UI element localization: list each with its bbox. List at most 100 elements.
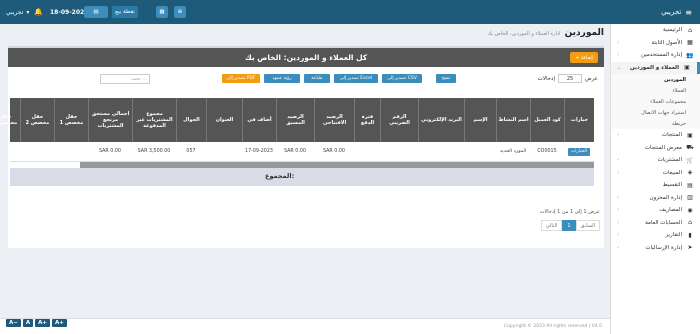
sidebar-item-home[interactable]: الرئيسية ⌂ (611, 24, 700, 37)
send-icon: ➤ (687, 244, 693, 252)
sidebar-subitem-suppliers[interactable]: الموردين (611, 74, 700, 85)
column-header[interactable]: حقل مخصص 2 (20, 98, 54, 142)
column-header[interactable]: الرقم الضريبي (380, 98, 418, 142)
column-header[interactable]: حقل مخصص 3 (0, 98, 20, 142)
column-header[interactable]: البريد الإلكتروني (418, 98, 464, 142)
sidebar-item-product-gallery[interactable]: معرض المنتجات ⛟ (611, 142, 700, 155)
main-content: ادارة العملاء و الموردين، الخاص بك المور… (0, 24, 610, 334)
sidebar-item-purchases[interactable]: ‹ المشتريات 🛒 (611, 154, 700, 167)
entries-select[interactable]: 25 (558, 74, 583, 83)
sidebar-item-label: إدارة المستخدمين (641, 52, 682, 59)
add-circle-icon[interactable]: ⊕ (174, 6, 186, 18)
show-label: عرض (585, 75, 598, 82)
current-date: 18-09-2023 (50, 8, 89, 16)
column-header[interactable]: أضاف في (242, 98, 276, 142)
copy-button[interactable]: نسخ (436, 74, 456, 83)
column-header[interactable]: اجمالي مستحق مرتجع المشتريات (88, 98, 132, 142)
sidebar-item-expenses[interactable]: ‹ المصاريف ◉ (611, 204, 700, 217)
column-header[interactable]: خيارات (564, 98, 594, 142)
sidebar-item-sales[interactable]: ‹ المبيعات ◈ (611, 167, 700, 180)
column-header[interactable]: فترة الدفع (354, 98, 380, 142)
hamburger-menu-icon[interactable]: ≡ (685, 8, 692, 17)
sidebar-item-accounts[interactable]: ‹ الحسابات العامة ⌂ (611, 217, 700, 230)
boxes-icon: ▥ (687, 194, 693, 202)
sidebar-subitem-customer-groups[interactable]: مجموعات العملاء (611, 96, 700, 107)
column-header[interactable]: الرصيد المسبق (276, 98, 314, 142)
user-caret-icon: ▾ (26, 8, 30, 16)
column-header[interactable]: الرصيد الافتتاحي (314, 98, 354, 142)
sidebar-item-label: المنتجات (661, 132, 682, 139)
font-reset-button[interactable]: A (22, 319, 34, 327)
column-header[interactable]: حقل مخصص 1 (54, 98, 88, 142)
sidebar-item-products[interactable]: ‹ المنتجات ▣ (611, 129, 700, 142)
sidebar-item-fixed-assets[interactable]: ‹ الأصول الثابتة ▦ (611, 37, 700, 50)
table-cell (206, 142, 242, 162)
column-header[interactable]: الجوال (176, 98, 206, 142)
table-cell: SAR 0.00 (99, 149, 121, 155)
sidebar-item-installments[interactable]: التقسيط ▤ (611, 179, 700, 192)
chevron-left-icon: ‹ (617, 157, 619, 164)
brand-name: تجريبي (661, 8, 682, 16)
sidebar-item-users[interactable]: ‹ إدارة المستخدمين 👥 (611, 49, 700, 62)
table-cell[interactable]: الخيارات (564, 142, 594, 162)
chevron-left-icon: ‹ (617, 39, 619, 46)
users-icon: 👥 (686, 51, 694, 59)
search-input[interactable]: بحث ... (100, 74, 150, 84)
font-increase-more-button[interactable]: A+ (52, 319, 67, 327)
total-label: المجموع: (265, 172, 295, 180)
pagination-next[interactable]: التالي (540, 220, 563, 231)
pos-button[interactable]: نقطة بيع (112, 6, 138, 18)
page-header: ادارة العملاء و الموردين، الخاص بك المور… (487, 28, 604, 44)
add-button-label: إضافة (580, 54, 593, 61)
user-menu[interactable]: تجريبي ▾ (6, 0, 29, 24)
pagination: التالي 1 السابق (540, 220, 600, 231)
sidebar-item-shipments[interactable]: ‹ إدارة الإرساليات ➤ (611, 242, 700, 255)
chevron-left-icon: ‹ (617, 169, 619, 176)
calculator-icon[interactable]: ▦ (156, 6, 168, 18)
export-csv-button[interactable]: تصدير إلى CSV (382, 74, 422, 83)
font-decrease-button[interactable]: A− (6, 319, 21, 327)
column-header[interactable]: الإسم (464, 98, 496, 142)
export-pdf-button[interactable]: تصدير إلى PDF (222, 74, 260, 83)
sidebar-item-contacts[interactable]: ⌄ العملاء و الموردين ▣ (611, 61, 700, 74)
column-header[interactable]: مجموع المشتريات غير المدفوعة (132, 98, 176, 142)
truck-icon: ⛟ (686, 143, 694, 151)
brand[interactable]: تجريبي ≡ (610, 0, 700, 24)
user-name: تجريبي (6, 8, 24, 16)
column-header[interactable]: العنوان (206, 98, 242, 142)
font-increase-button[interactable]: A+ (35, 319, 51, 327)
chevron-left-icon: ‹ (617, 52, 619, 59)
add-button[interactable]: + إضافة (570, 52, 598, 63)
table-cell: 057 (186, 149, 196, 155)
table-row: الخيارات CO0015 المورد الجديد SAR 0.00 SAR 0… (10, 142, 594, 162)
sidebar-subitem-import-contacts[interactable]: استيراد جهات الاتصال (611, 107, 700, 118)
column-visibility-button[interactable]: رؤية عمود (264, 74, 300, 83)
wallet-icon: ◉ (687, 206, 693, 214)
tag-icon: ◈ (687, 169, 693, 177)
pagination-page-1[interactable]: 1 (562, 220, 576, 231)
bell-icon[interactable]: 🔔 (34, 0, 43, 24)
cart-icon: 🛒 (686, 156, 694, 164)
table-cell (354, 142, 380, 162)
pos-icon-button[interactable]: ▤ (84, 6, 108, 18)
column-header[interactable]: اسم النشاط (496, 98, 530, 142)
sidebar-item-label: إدارة المخزون (649, 194, 682, 201)
sidebar-subitem-map[interactable]: خريطة (611, 118, 700, 129)
sidebar-item-reports[interactable]: ‹ التقارير ▮ (611, 229, 700, 242)
sidebar: الرئيسية ⌂ ‹ الأصول الثابتة ▦ ‹ إدارة ال… (610, 24, 700, 334)
row-options-button[interactable]: الخيارات (568, 148, 590, 156)
table-cell (54, 142, 88, 162)
sidebar-subitem-customers[interactable]: العملاء (611, 85, 700, 96)
sidebar-item-label: الحسابات العامة (645, 219, 682, 226)
table-cell: 17-09-2023 (245, 149, 273, 155)
print-button[interactable]: طباعة (304, 74, 330, 83)
column-header[interactable]: كود العميل (530, 98, 564, 142)
pagination-previous[interactable]: السابق (575, 220, 600, 231)
sidebar-item-inventory[interactable]: ‹ إدارة المخزون ▥ (611, 192, 700, 205)
sidebar-item-label: المبيعات (662, 169, 682, 176)
box-header: كل العملاء و الموردين: الخاص بك + إضافة (8, 48, 604, 67)
sidebar-item-label: معرض المنتجات (644, 144, 682, 151)
export-excel-button[interactable]: تصدير إلى Excel (334, 74, 378, 83)
sidebar-item-label: التقارير (665, 232, 682, 239)
top-navbar: تجريبي ▾ 🔔 18-09-2023 ▤ نقطة بيع ▦ ⊕ تجر… (0, 0, 700, 24)
